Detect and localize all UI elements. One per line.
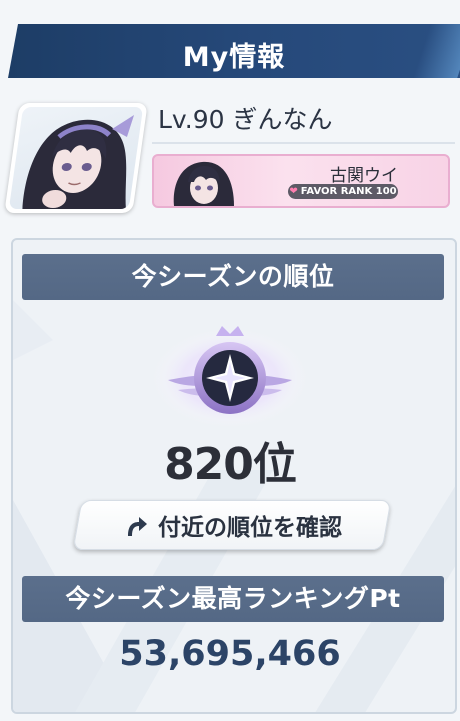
heart-icon: ❤ — [289, 186, 298, 197]
check-nearby-rank-label: 付近の順位を確認 — [158, 515, 342, 541]
season-rank-value: 820位 — [164, 439, 297, 490]
curved-arrow-icon — [122, 512, 148, 538]
avatar[interactable] — [4, 103, 148, 213]
favor-student-name: 古関ウイ — [330, 166, 398, 186]
favor-student-thumbnail — [166, 156, 240, 206]
season-best-value: 53,695,466 — [119, 634, 341, 674]
check-nearby-rank-button[interactable]: 付近の順位を確認 — [72, 500, 392, 550]
favor-rank-label: FAVOR RANK 100 — [300, 186, 397, 197]
rank-emblem-icon — [150, 318, 310, 428]
divider — [152, 142, 455, 144]
season-best-header: 今シーズン最高ランキングPt — [22, 576, 444, 622]
season-rank-header: 今シーズンの順位 — [22, 254, 444, 300]
favor-card[interactable]: 古関ウイ ❤ FAVOR RANK 100 — [152, 154, 450, 208]
page-title: My情報 — [182, 42, 286, 73]
player-level-name: Lv.90 ぎんなん — [158, 105, 333, 134]
student-portrait-icon — [8, 107, 144, 209]
header-bar: My情報 — [8, 24, 460, 78]
favor-rank-badge: ❤ FAVOR RANK 100 — [288, 184, 398, 199]
